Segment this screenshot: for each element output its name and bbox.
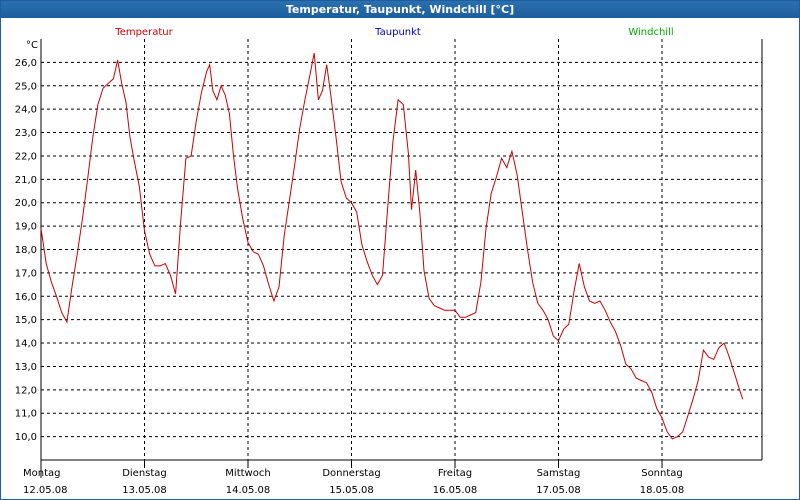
legend-temperatur: Temperatur	[114, 27, 173, 38]
x-tick-date: 14.05.08	[226, 485, 271, 496]
legend-taupunkt: Taupunkt	[374, 27, 421, 38]
y-tick-label: 19,0	[15, 222, 37, 233]
temperature-chart: 10,0 11,0 12,0 13,0 14,0 15,0 16,0 17,0 18,0 19,0…	[15, 27, 763, 496]
series-line-temperatur	[40, 52, 744, 440]
y-tick-label: 22,0	[15, 151, 37, 162]
y-tick-label: 20,0	[15, 198, 37, 209]
window-title: Temperatur, Taupunkt, Windchill [°C]	[1, 1, 799, 18]
y-tick-label: 15,0	[15, 315, 37, 326]
chart-window: Temperatur, Taupunkt, Windchill [°C] 10,…	[0, 0, 800, 500]
y-tick-label: 26,0	[15, 58, 37, 69]
y-tick-label: 11,0	[15, 409, 37, 420]
x-tick-day: Dienstag	[122, 468, 167, 479]
x-tick-date: 13.05.08	[122, 485, 167, 496]
x-tick-date: 12.05.08	[23, 485, 68, 496]
y-tick-label: 14,0	[15, 339, 37, 350]
x-tick-date: 16.05.08	[433, 485, 478, 496]
y-unit-label: °C	[26, 40, 38, 51]
y-tick-label: 16,0	[15, 292, 37, 303]
y-tick-label: 13,0	[15, 362, 37, 373]
y-tick-label: 21,0	[15, 175, 37, 186]
x-tick-day: Sonntag	[641, 468, 683, 479]
x-tick-date: 15.05.08	[329, 485, 374, 496]
x-axis-labels: Montag 12.05.08 Dienstag 13.05.08 Mittwoch 14…	[23, 468, 684, 496]
x-tick-day: Donnerstag	[322, 468, 380, 479]
y-tick-label: 17,0	[15, 268, 37, 279]
x-tick-day: Mittwoch	[225, 468, 270, 479]
y-tick-label: 10,0	[15, 432, 37, 443]
y-tick-label: 24,0	[15, 105, 37, 116]
legend: Temperatur Taupunkt Windchill	[114, 27, 673, 38]
x-tick-date: 17.05.08	[536, 485, 581, 496]
x-tick-date: 18.05.08	[640, 485, 685, 496]
y-tick-label: 18,0	[15, 245, 37, 256]
x-tick-day: Samstag	[537, 468, 581, 479]
y-tick-label: 25,0	[15, 81, 37, 92]
legend-windchill: Windchill	[628, 27, 673, 38]
y-tick-label: 12,0	[15, 385, 37, 396]
series-layer	[40, 52, 744, 440]
x-tick-day: Montag	[23, 468, 60, 479]
x-tick-day: Freitag	[438, 468, 472, 479]
axes: 10,0 11,0 12,0 13,0 14,0 15,0 16,0 17,0 18,0 19,0…	[15, 39, 763, 478]
y-tick-label: 23,0	[15, 128, 37, 139]
